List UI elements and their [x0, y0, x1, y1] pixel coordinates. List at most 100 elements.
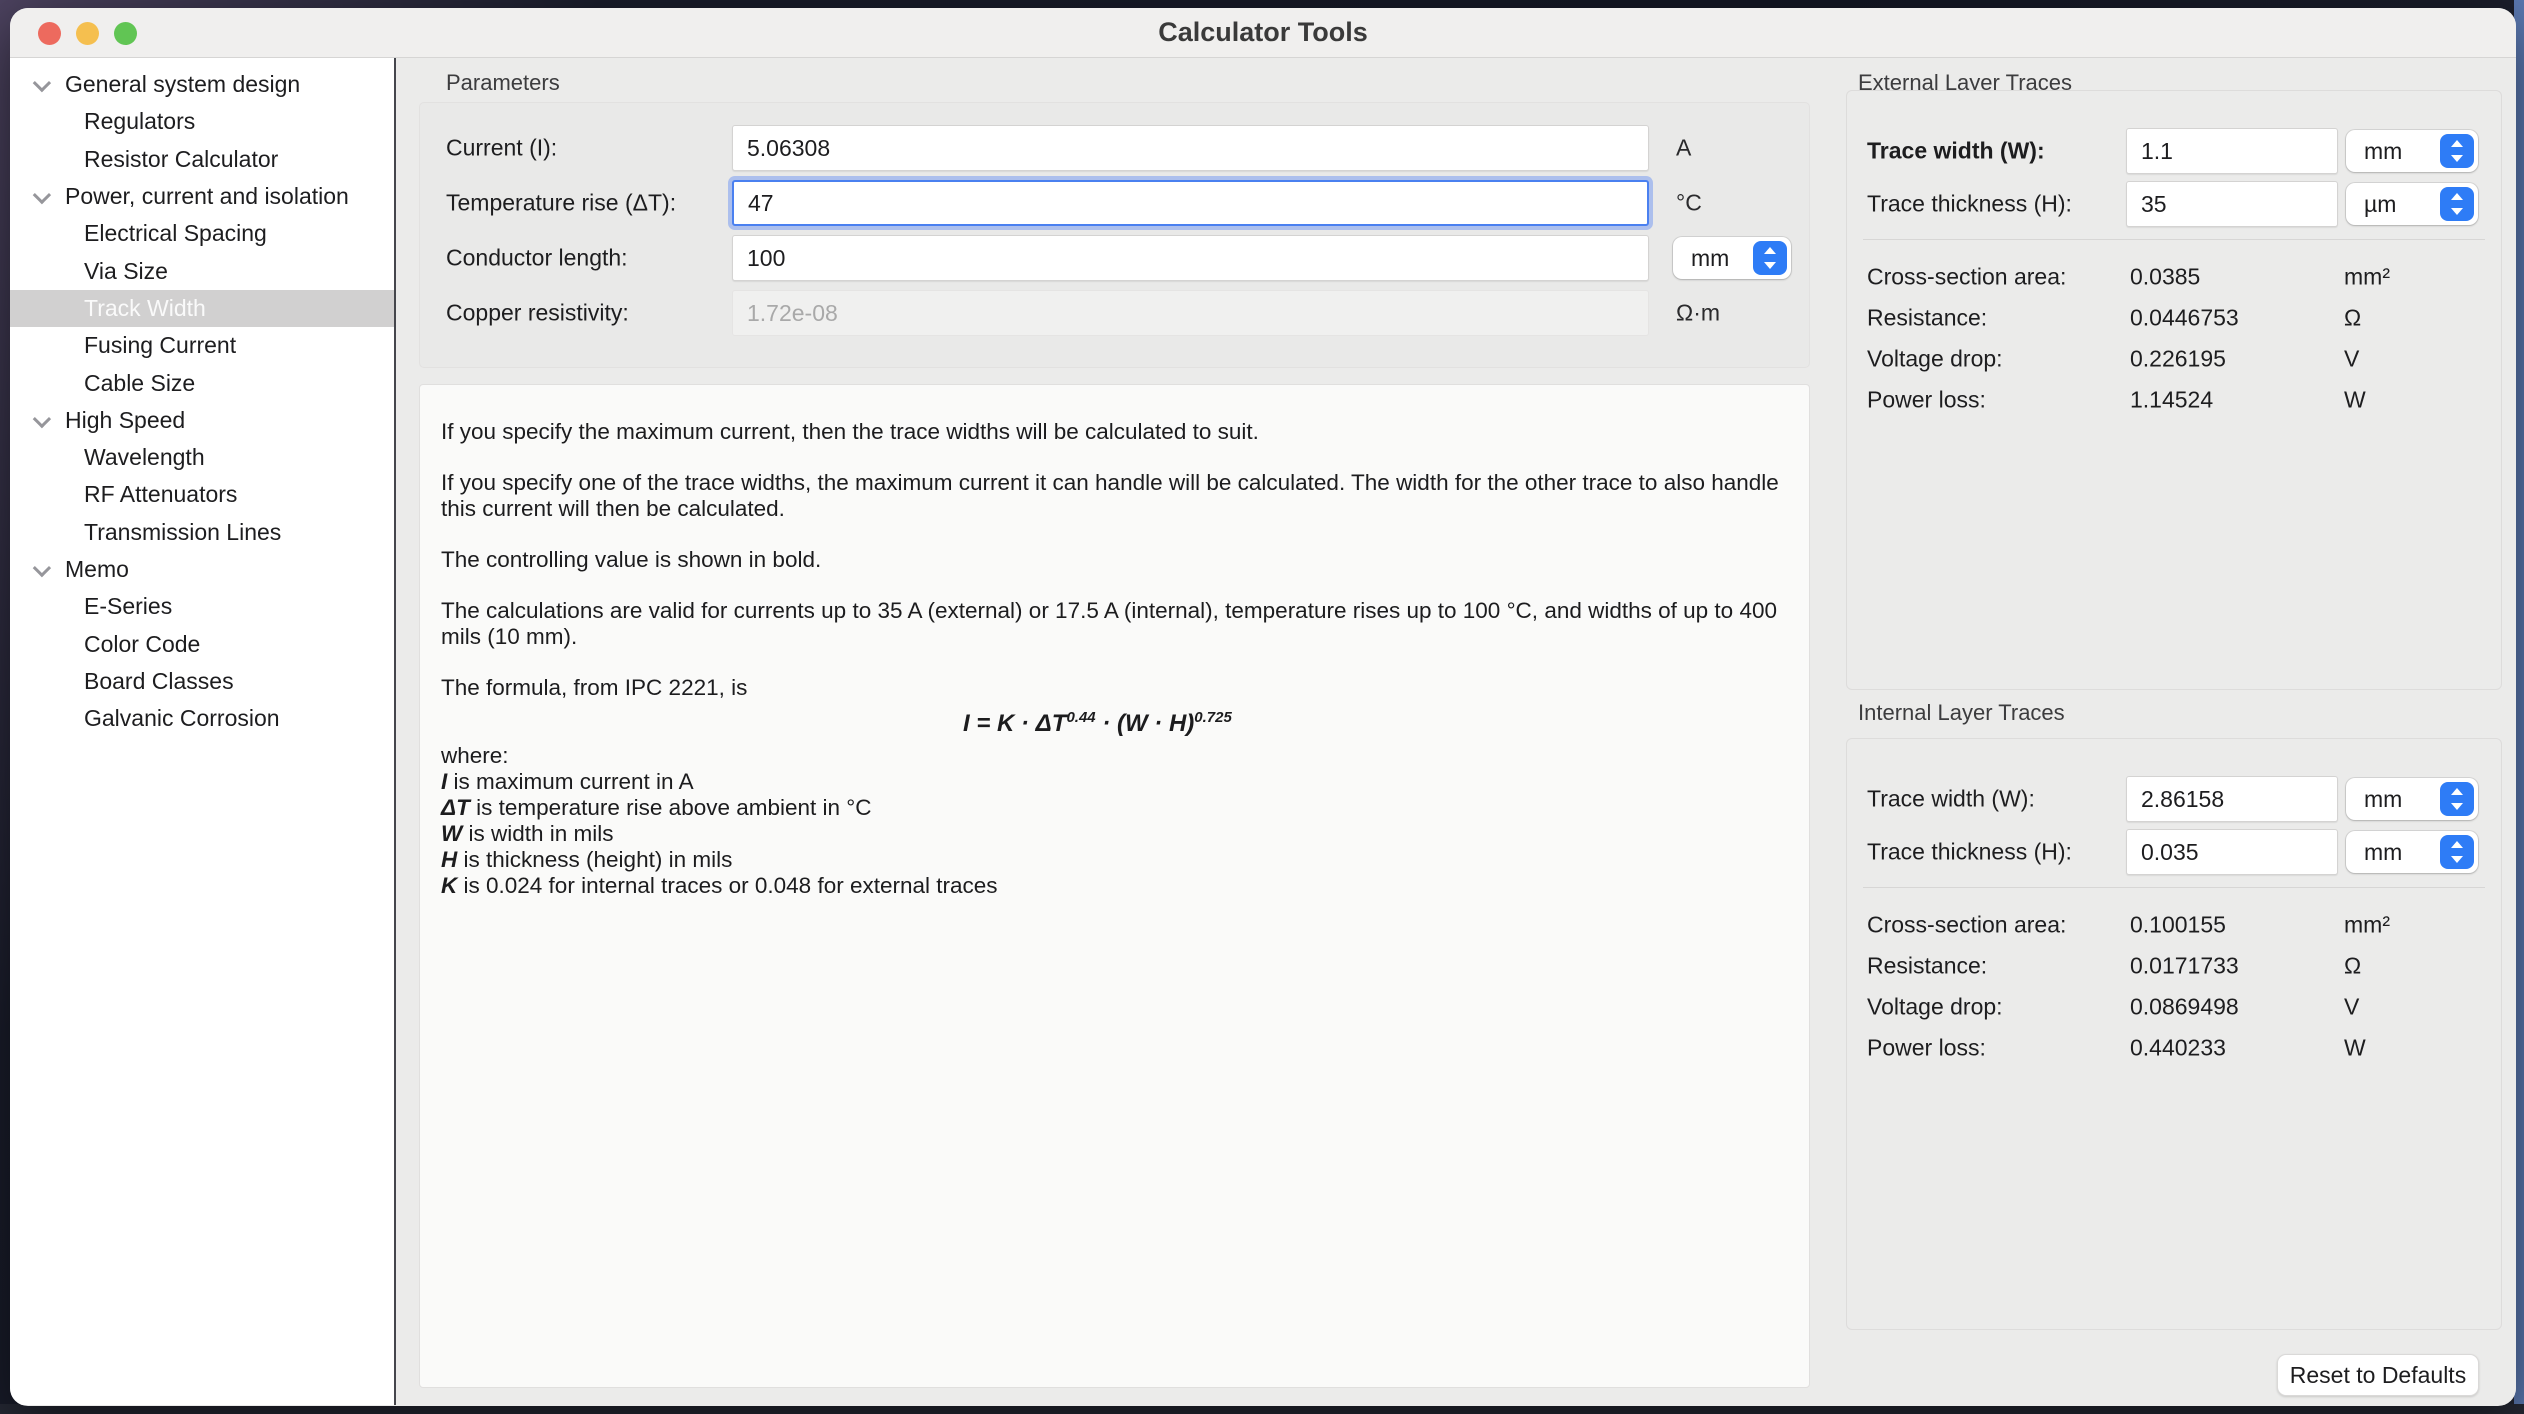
parameters-section-title: Parameters	[446, 70, 560, 96]
sidebar-item-rf-attenuators[interactable]: RF Attenuators	[10, 476, 394, 513]
copper-resistivity-unit-label: Ω·m	[1676, 300, 1720, 327]
legend-line: K is 0.024 for internal traces or 0.048 …	[441, 873, 1785, 899]
sidebar-item-track-width[interactable]: Track Width	[10, 290, 394, 327]
result-label: Resistance:	[1867, 953, 1987, 980]
external-trace-thickness-input[interactable]	[2126, 181, 2338, 227]
external-trace-width-unit-select[interactable]: mm	[2346, 130, 2478, 172]
result-value: 0.0171733	[2130, 953, 2239, 980]
sidebar-item-power-current-isolation[interactable]: Power, current and isolation	[10, 178, 394, 215]
selected-unit: mm	[2364, 138, 2402, 165]
stepper-icon	[1753, 241, 1787, 275]
result-label: Power loss:	[1867, 387, 1986, 414]
sidebar-item-label: Galvanic Corrosion	[84, 705, 280, 732]
sidebar-item-label: Color Code	[84, 631, 200, 658]
sidebar-item-e-series[interactable]: E-Series	[10, 588, 394, 625]
temperature-rise-label: Temperature rise (ΔT):	[446, 190, 676, 217]
internal-trace-thickness-input[interactable]	[2126, 829, 2338, 875]
copper-resistivity-label: Copper resistivity:	[446, 300, 629, 327]
sidebar-item-label: Power, current and isolation	[65, 183, 349, 210]
selected-unit: mm	[2364, 786, 2402, 813]
internal-section-title: Internal Layer Traces	[1858, 700, 2065, 726]
sidebar-item-label: Board Classes	[84, 668, 234, 695]
selected-unit: mm	[1691, 245, 1729, 272]
sidebar-item-label: Wavelength	[84, 444, 205, 471]
stepper-icon	[2440, 134, 2474, 168]
sidebar-item-wavelength[interactable]: Wavelength	[10, 439, 394, 476]
result-unit: mm²	[2344, 264, 2390, 291]
result-label: Cross-section area:	[1867, 912, 2066, 939]
conductor-length-unit-select[interactable]: mm	[1673, 237, 1791, 279]
result-value: 0.100155	[2130, 912, 2226, 939]
sidebar-item-via-size[interactable]: Via Size	[10, 252, 394, 289]
result-value: 0.440233	[2130, 1035, 2226, 1062]
internal-trace-thickness-label: Trace thickness (H):	[1867, 839, 2072, 866]
chevron-down-icon[interactable]	[33, 559, 51, 577]
calculator-tree-sidebar: General system design Regulators Resisto…	[10, 58, 396, 1405]
internal-trace-width-input[interactable]	[2126, 776, 2338, 822]
formula-legend: where: I is maximum current in A ΔT is t…	[441, 743, 1785, 899]
sidebar-item-label: General system design	[65, 71, 300, 98]
temperature-rise-unit-label: °C	[1676, 190, 1702, 217]
conductor-length-label: Conductor length:	[446, 245, 628, 272]
stepper-icon	[2440, 187, 2474, 221]
sidebar-item-general-system-design[interactable]: General system design	[10, 66, 394, 103]
legend-line: W is width in mils	[441, 821, 1785, 847]
external-trace-width-input[interactable]	[2126, 128, 2338, 174]
temperature-rise-input[interactable]	[732, 180, 1649, 226]
internal-trace-thickness-unit-select[interactable]: mm	[2346, 831, 2478, 873]
divider	[1863, 887, 2485, 888]
legend-line: ΔT is temperature rise above ambient in …	[441, 795, 1785, 821]
sidebar-item-label: E-Series	[84, 593, 172, 620]
sidebar-item-electrical-spacing[interactable]: Electrical Spacing	[10, 215, 394, 252]
current-label: Current (I):	[446, 135, 557, 162]
sidebar-item-cable-size[interactable]: Cable Size	[10, 364, 394, 401]
sidebar-item-high-speed[interactable]: High Speed	[10, 402, 394, 439]
internal-trace-width-label: Trace width (W):	[1867, 786, 2035, 813]
conductor-length-input[interactable]	[732, 235, 1649, 281]
legend-line: I is maximum current in A	[441, 769, 1785, 795]
sidebar-item-color-code[interactable]: Color Code	[10, 625, 394, 662]
sidebar-item-label: Via Size	[84, 258, 168, 285]
copper-resistivity-input	[732, 290, 1649, 336]
current-input[interactable]	[732, 125, 1649, 171]
formula-intro: The formula, from IPC 2221, is	[441, 675, 1785, 701]
sidebar-item-resistor-calculator[interactable]: Resistor Calculator	[10, 141, 394, 178]
sidebar-item-board-classes[interactable]: Board Classes	[10, 663, 394, 700]
help-paragraph: The calculations are valid for currents …	[441, 598, 1785, 650]
sidebar-item-memo[interactable]: Memo	[10, 551, 394, 588]
result-unit: W	[2344, 1035, 2366, 1062]
external-layer-traces-box: Trace width (W): mm Trace thickness (H):…	[1846, 90, 2502, 690]
result-unit: W	[2344, 387, 2366, 414]
help-paragraph: If you specify one of the trace widths, …	[441, 470, 1785, 522]
result-unit: V	[2344, 994, 2359, 1021]
sidebar-item-label: Cable Size	[84, 370, 195, 397]
result-value: 0.0446753	[2130, 305, 2239, 332]
sidebar-item-fusing-current[interactable]: Fusing Current	[10, 327, 394, 364]
close-button[interactable]	[38, 22, 61, 45]
minimize-button[interactable]	[76, 22, 99, 45]
ipc-2221-formula: I = K · ΔT0.44 · (W · H)0.725	[963, 705, 1785, 737]
zoom-button[interactable]	[114, 22, 137, 45]
sidebar-item-label: Transmission Lines	[84, 519, 281, 546]
stepper-icon	[2440, 835, 2474, 869]
reset-to-defaults-button[interactable]: Reset to Defaults	[2277, 1354, 2479, 1396]
result-label: Resistance:	[1867, 305, 1987, 332]
chevron-down-icon[interactable]	[33, 186, 51, 204]
sidebar-item-regulators[interactable]: Regulators	[10, 103, 394, 140]
result-value: 0.0869498	[2130, 994, 2239, 1021]
results-panel: External Layer Traces Trace width (W): m…	[1830, 58, 2516, 1405]
external-trace-thickness-unit-select[interactable]: µm	[2346, 183, 2478, 225]
internal-trace-width-unit-select[interactable]: mm	[2346, 778, 2478, 820]
chevron-down-icon[interactable]	[33, 74, 51, 92]
selected-unit: µm	[2364, 191, 2396, 218]
result-label: Voltage drop:	[1867, 346, 2003, 373]
calculator-tools-window: Calculator Tools General system design R…	[10, 8, 2516, 1406]
sidebar-item-label: Track Width	[84, 295, 206, 322]
selected-unit: mm	[2364, 839, 2402, 866]
result-unit: Ω	[2344, 305, 2361, 332]
result-value: 0.0385	[2130, 264, 2200, 291]
sidebar-item-transmission-lines[interactable]: Transmission Lines	[10, 514, 394, 551]
sidebar-item-galvanic-corrosion[interactable]: Galvanic Corrosion	[10, 700, 394, 737]
chevron-down-icon[interactable]	[33, 410, 51, 428]
result-unit: mm²	[2344, 912, 2390, 939]
